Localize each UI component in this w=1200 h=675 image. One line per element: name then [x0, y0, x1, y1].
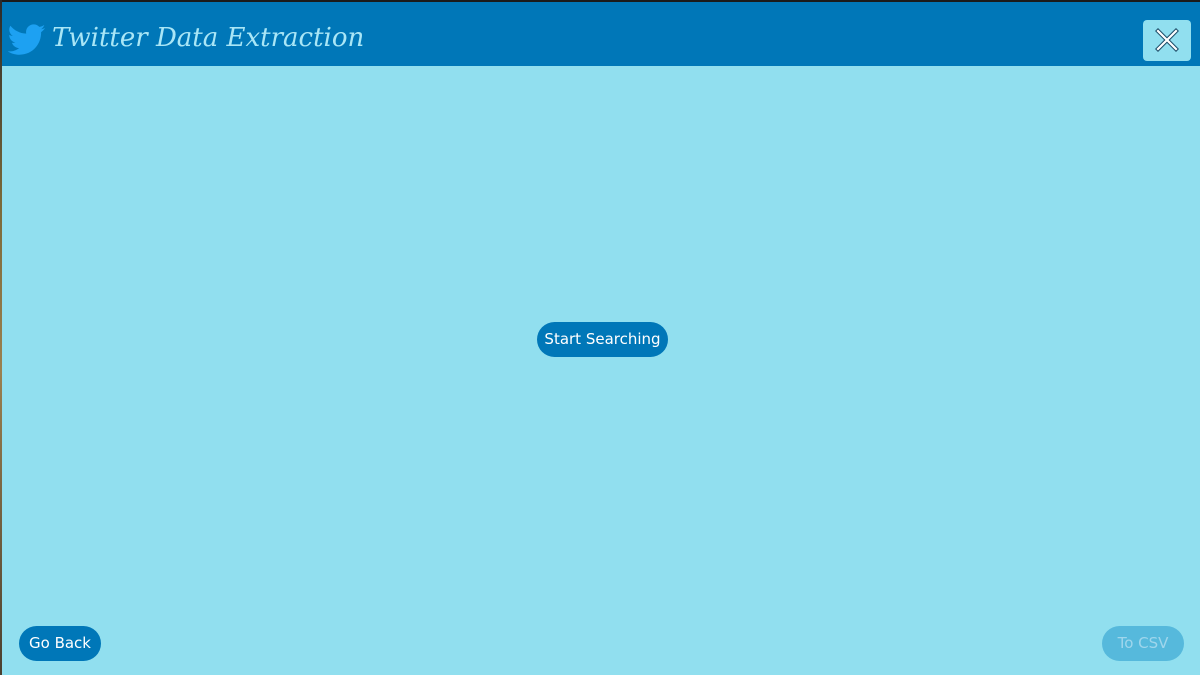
to-csv-button[interactable]: To CSV [1102, 626, 1184, 661]
app-window: Twitter Data Extraction Start Searching … [2, 2, 1200, 675]
title-bar: Twitter Data Extraction [2, 2, 1200, 66]
close-button[interactable] [1143, 20, 1191, 61]
close-icon [1155, 28, 1179, 52]
start-searching-button[interactable]: Start Searching [537, 322, 668, 357]
go-back-button[interactable]: Go Back [19, 626, 101, 661]
app-title: Twitter Data Extraction [52, 23, 365, 53]
twitter-bird-icon [8, 24, 46, 55]
